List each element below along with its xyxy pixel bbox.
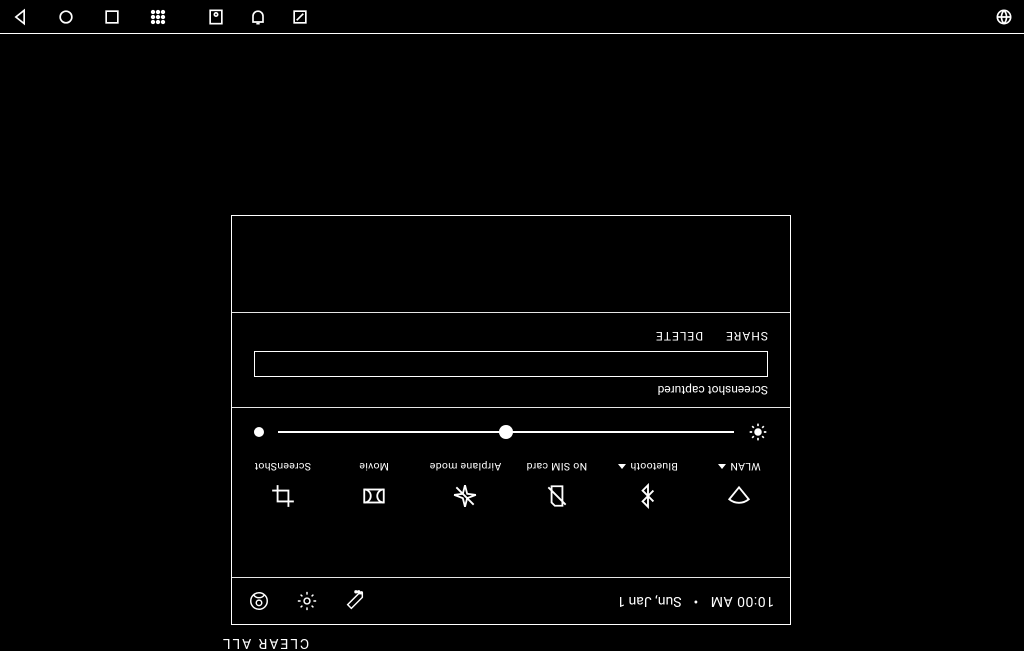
tile-label: WLAN [718, 460, 761, 473]
tile-label: Bluetooth [618, 460, 678, 473]
brightness-row [232, 408, 790, 460]
crop-icon [270, 483, 296, 509]
share-button[interactable]: SHARE [725, 329, 768, 343]
dolby-icon [361, 483, 387, 509]
notification-card[interactable]: Screenshot captured SHARE DELETE [246, 321, 776, 403]
divider [232, 312, 790, 313]
divider [232, 577, 790, 578]
separator-dot: • [690, 593, 703, 609]
tile-label: ScreenShot [254, 460, 311, 473]
shade-panel: 10:00 AM • Sun, Jan 1 WLAN [231, 215, 791, 625]
brightness-high-icon [748, 422, 768, 442]
tile-airplane[interactable]: Airplane mode [421, 460, 510, 515]
clear-all-button[interactable]: CLEAR ALL [221, 635, 309, 651]
home-icon[interactable] [56, 7, 76, 27]
delete-button[interactable]: DELETE [655, 329, 703, 343]
wifi-icon [726, 483, 752, 509]
globe-icon[interactable] [994, 7, 1014, 27]
recents-icon[interactable] [102, 7, 122, 27]
tile-sim[interactable]: No SIM card [512, 460, 601, 515]
chevron-up-icon [718, 464, 726, 469]
shade-status-row: 10:00 AM • Sun, Jan 1 [232, 578, 790, 624]
clock-text: 10:00 AM [710, 593, 774, 609]
nav-buttons [10, 7, 168, 27]
tile-label: No SIM card [526, 460, 587, 473]
airplane-icon [452, 483, 478, 509]
screenshot-status-icon [206, 7, 226, 27]
user-account-icon[interactable] [248, 590, 270, 612]
spacer-row [232, 519, 790, 577]
brightness-low-icon [254, 427, 264, 437]
sim-off-icon [544, 483, 570, 509]
notification-title: Screenshot captured [254, 383, 768, 397]
apps-grid-icon[interactable] [148, 7, 168, 27]
edit-status-icon [290, 7, 310, 27]
shade-empty-area [232, 216, 790, 312]
notification-thumbnail [254, 351, 768, 377]
tile-label: Movie [359, 460, 389, 473]
tile-label: Airplane mode [430, 460, 502, 473]
chevron-up-icon [618, 464, 626, 469]
slider-thumb[interactable] [499, 425, 513, 439]
date-text: Sun, Jan 1 [617, 593, 681, 609]
tile-bluetooth[interactable]: Bluetooth [603, 460, 692, 515]
tile-screenshot[interactable]: ScreenShot [238, 460, 327, 515]
notification-shade: CLEAR ALL 10:00 AM • Sun, Jan 1 [231, 215, 791, 625]
statusbar-app-icons [206, 7, 310, 27]
system-bar [0, 0, 1024, 34]
divider [232, 407, 790, 408]
bluetooth-icon [635, 483, 661, 509]
tile-wlan[interactable]: WLAN [695, 460, 784, 515]
quick-settings-tiles: WLAN Bluetooth No SIM card [232, 460, 790, 519]
brightness-slider[interactable] [278, 431, 734, 433]
settings-gear-icon[interactable] [296, 590, 318, 612]
notification-actions: SHARE DELETE [254, 329, 768, 343]
edit-tiles-icon[interactable] [344, 590, 366, 612]
notification-status-icon [248, 7, 268, 27]
tile-movie[interactable]: Movie [329, 460, 418, 515]
back-icon[interactable] [10, 7, 30, 27]
